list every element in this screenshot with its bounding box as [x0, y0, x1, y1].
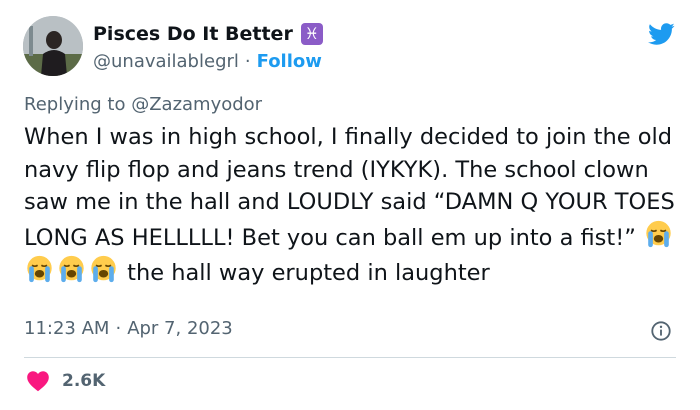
tweet-timestamp[interactable]: 11:23 AM · Apr 7, 2023 — [24, 318, 233, 339]
tweet-time: 11:23 AM — [24, 318, 110, 339]
handle-separator: · — [244, 50, 251, 72]
loudly-crying-face-emoji — [91, 255, 116, 283]
timestamp-separator: · — [115, 318, 122, 339]
loudly-crying-face-emoji — [646, 220, 671, 247]
tweet-card: Pisces Do It Better ♓ @unavailablegrl · … — [0, 0, 700, 410]
author-handle[interactable]: @unavailablegrl — [93, 51, 239, 72]
tweet-text-part-1: When I was in high school, I finally dec… — [24, 124, 682, 251]
heart-icon — [27, 371, 49, 392]
avatar-photo — [23, 16, 83, 76]
follow-button[interactable]: Follow — [257, 51, 322, 72]
loudly-crying-face-emoji — [59, 255, 84, 283]
avatar[interactable] — [23, 16, 83, 76]
replying-prefix: Replying to — [24, 94, 132, 115]
author-name-row: Pisces Do It Better ♓ — [93, 21, 323, 47]
like-button[interactable]: 2.6K — [26, 370, 105, 392]
tweet-text-part-2: the hall way erupted in laughter — [120, 260, 490, 286]
pisces-badge-icon: ♓ — [300, 23, 323, 45]
twitter-bird-icon[interactable] — [645, 20, 677, 48]
tweet-date: Apr 7, 2023 — [127, 318, 233, 339]
like-count: 2.6K — [62, 371, 106, 391]
handle-row: @unavailablegrl · Follow — [93, 49, 322, 73]
info-icon[interactable] — [650, 320, 672, 342]
tweet-text: When I was in high school, I finally dec… — [24, 121, 684, 290]
display-name[interactable]: Pisces Do It Better — [93, 23, 293, 45]
replying-to: Replying to @Zazamyodor — [24, 94, 262, 115]
loudly-crying-face-emoji — [27, 255, 52, 283]
reply-mention-link[interactable]: @Zazamyodor — [131, 94, 262, 115]
divider — [24, 357, 676, 358]
